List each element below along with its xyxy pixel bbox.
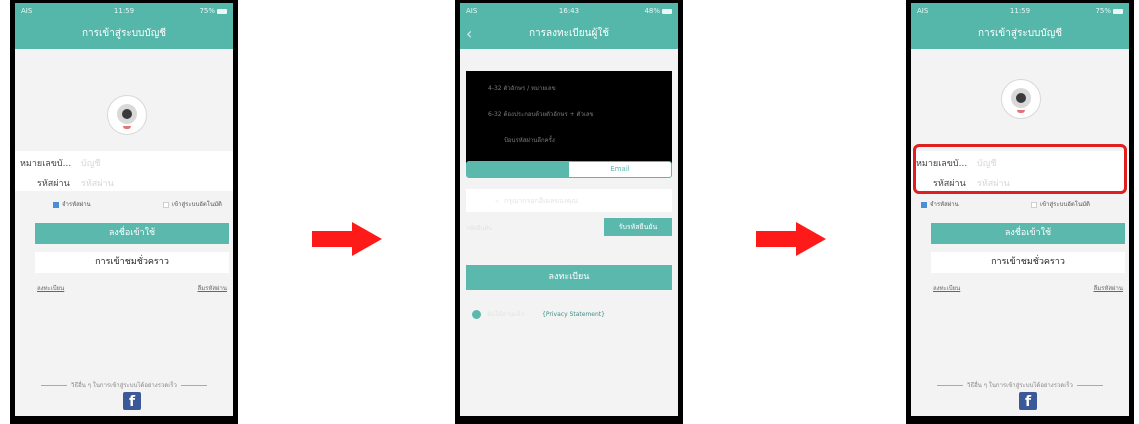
credentials-highlight-box: [913, 144, 1127, 194]
arrow-right-icon: [756, 222, 826, 256]
phone-login-screen: AIS 11:59 75% การเข้าสู่ระบบบัญชี หมายเล…: [10, 0, 238, 424]
confirm-password-hint[interactable]: ป้อนรหัสผ่านอีกครั้ง: [504, 135, 555, 145]
verification-code-input[interactable]: รหัสยืนยัน: [466, 223, 492, 233]
chevron-down-icon: ⌄: [494, 196, 500, 204]
login-button[interactable]: ลงชื่อเข้าใช้: [931, 223, 1125, 244]
phone-login-screen-highlighted: AIS 11:59 75% การเข้าสู่ระบบบัญชี หมายเล…: [906, 0, 1134, 424]
username-label: หมายเลขบั...: [20, 159, 72, 169]
remember-label: จำรหัสผ่าน: [930, 201, 959, 208]
facebook-icon[interactable]: f: [123, 392, 141, 410]
remember-password-checkbox[interactable]: จำรหัสผ่าน: [921, 199, 959, 209]
checked-box-icon: [921, 201, 927, 208]
checked-box-icon: [53, 201, 59, 208]
arrow-right-icon: [312, 222, 382, 256]
battery-icon: [1113, 8, 1123, 14]
password-placeholder: รหัสผ่าน: [81, 179, 114, 189]
page-title: การเข้าสู่ระบบบัญชี: [15, 19, 233, 49]
status-bar: AIS 11:59 75%: [911, 3, 1129, 19]
battery-icon: [217, 8, 227, 14]
get-code-button[interactable]: รับรหัสยืนยัน: [604, 218, 672, 236]
tab-email[interactable]: Email: [569, 162, 671, 177]
unchecked-box-icon: [1031, 201, 1037, 208]
forgot-password-link[interactable]: ลืมรหัสผ่าน: [1094, 283, 1123, 293]
auto-login-label: เข้าสู่ระบบอัตโนมัติ: [172, 201, 222, 208]
auto-login-checkbox[interactable]: เข้าสู่ระบบอัตโนมัติ: [1031, 199, 1090, 209]
battery-level: 75%: [1095, 7, 1111, 15]
username-hint[interactable]: 4-32 ตัวอักษร / หมายเลข: [488, 83, 556, 93]
camera-mascot-icon: [107, 95, 147, 135]
battery-level: 48%: [644, 7, 660, 15]
privacy-statement-link[interactable]: {Privacy Statement}: [542, 311, 605, 318]
page-title: การเข้าสู่ระบบบัญชี: [911, 19, 1129, 49]
status-bar: AIS 16:43 48%: [460, 3, 678, 19]
status-bar: AIS 11:59 75%: [15, 3, 233, 19]
guest-button[interactable]: การเข้าชมชั่วคราว: [35, 252, 229, 273]
phone-register-screen: AIS 16:43 48% ‹ การลงทะเบียนผู้ใช้ 4-32 …: [455, 0, 683, 424]
page-title: การลงทะเบียนผู้ใช้: [528, 28, 609, 39]
login-button[interactable]: ลงชื่อเข้าใช้: [35, 223, 229, 244]
other-methods-text: วิธีอื่น ๆ ในการเข้าสู่ระบบได้อย่างรวดเร…: [967, 382, 1073, 389]
auto-login-label: เข้าสู่ระบบอัตโนมัติ: [1040, 201, 1090, 208]
email-input[interactable]: ⌄ กรุณากรอกอีเมลของคุณ: [466, 189, 672, 212]
camera-mascot-icon: [1001, 79, 1041, 119]
battery-level: 75%: [199, 7, 215, 15]
agreement-row: ฉันได้อ่านแล้ว {Privacy Statement}: [472, 309, 605, 319]
email-placeholder: กรุณากรอกอีเมลของคุณ: [504, 197, 578, 205]
register-link[interactable]: ลงทะเบียน: [37, 283, 64, 293]
agree-text: ฉันได้อ่านแล้ว: [487, 311, 525, 318]
remember-password-checkbox[interactable]: จำรหัสผ่าน: [53, 199, 91, 209]
remember-label: จำรหัสผ่าน: [62, 201, 91, 208]
other-login-methods: วิธีอื่น ๆ ในการเข้าสู่ระบบได้อย่างรวดเร…: [15, 380, 233, 390]
facebook-icon[interactable]: f: [1019, 392, 1037, 410]
register-screen: AIS 16:43 48% ‹ การลงทะเบียนผู้ใช้ 4-32 …: [460, 3, 678, 416]
unchecked-box-icon: [163, 201, 169, 208]
back-chevron-icon[interactable]: ‹: [466, 19, 472, 49]
password-label: รหัสผ่าน: [37, 179, 70, 189]
guest-button[interactable]: การเข้าชมชั่วคราว: [931, 252, 1125, 273]
check-circle-icon[interactable]: [472, 310, 481, 319]
register-link[interactable]: ลงทะเบียน: [933, 283, 960, 293]
username-field[interactable]: หมายเลขบั... บัญชี: [15, 151, 233, 171]
forgot-password-link[interactable]: ลืมรหัสผ่าน: [198, 283, 227, 293]
auto-login-checkbox[interactable]: เข้าสู่ระบบอัตโนมัติ: [163, 199, 222, 209]
password-hint[interactable]: 6-32 ต้องประกอบด้วยตัวอักษร + ตัวเลข: [488, 109, 594, 119]
registration-fields-panel: 4-32 ตัวอักษร / หมายเลข 6-32 ต้องประกอบด…: [466, 71, 672, 169]
register-button[interactable]: ลงทะเบียน: [466, 265, 672, 290]
other-methods-text: วิธีอื่น ๆ ในการเข้าสู่ระบบได้อย่างรวดเร…: [71, 382, 177, 389]
password-field[interactable]: รหัสผ่าน รหัสผ่าน: [15, 171, 233, 191]
username-placeholder: บัญชี: [81, 159, 101, 169]
other-login-methods: วิธีอื่น ๆ ในการเข้าสู่ระบบได้อย่างรวดเร…: [911, 380, 1129, 390]
battery-icon: [662, 8, 672, 14]
login-screen: AIS 11:59 75% การเข้าสู่ระบบบัญชี หมายเล…: [15, 3, 233, 416]
tab-phone[interactable]: [467, 162, 569, 177]
register-method-tabs: Email: [466, 161, 672, 178]
login-screen: AIS 11:59 75% การเข้าสู่ระบบบัญชี หมายเล…: [911, 3, 1129, 416]
